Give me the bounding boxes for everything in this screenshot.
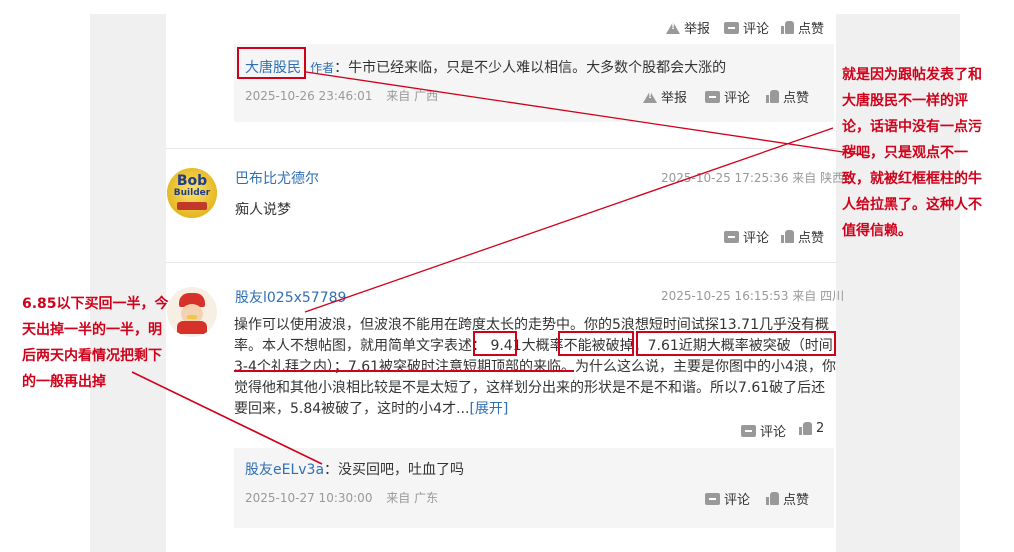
annotation-line-author xyxy=(305,71,871,157)
annotation-callout-left: 6.85以下买回一半，今天出掉一半的一半，明后两天内看情况把剩下的一般再出掉 xyxy=(22,296,169,390)
annotation-line-comment xyxy=(304,127,834,313)
annotation-callout-right: 就是因为跟帖发表了和大唐股民不一样的评论，话语中没有一点污秽吧，只是观点不一致，… xyxy=(842,67,982,239)
